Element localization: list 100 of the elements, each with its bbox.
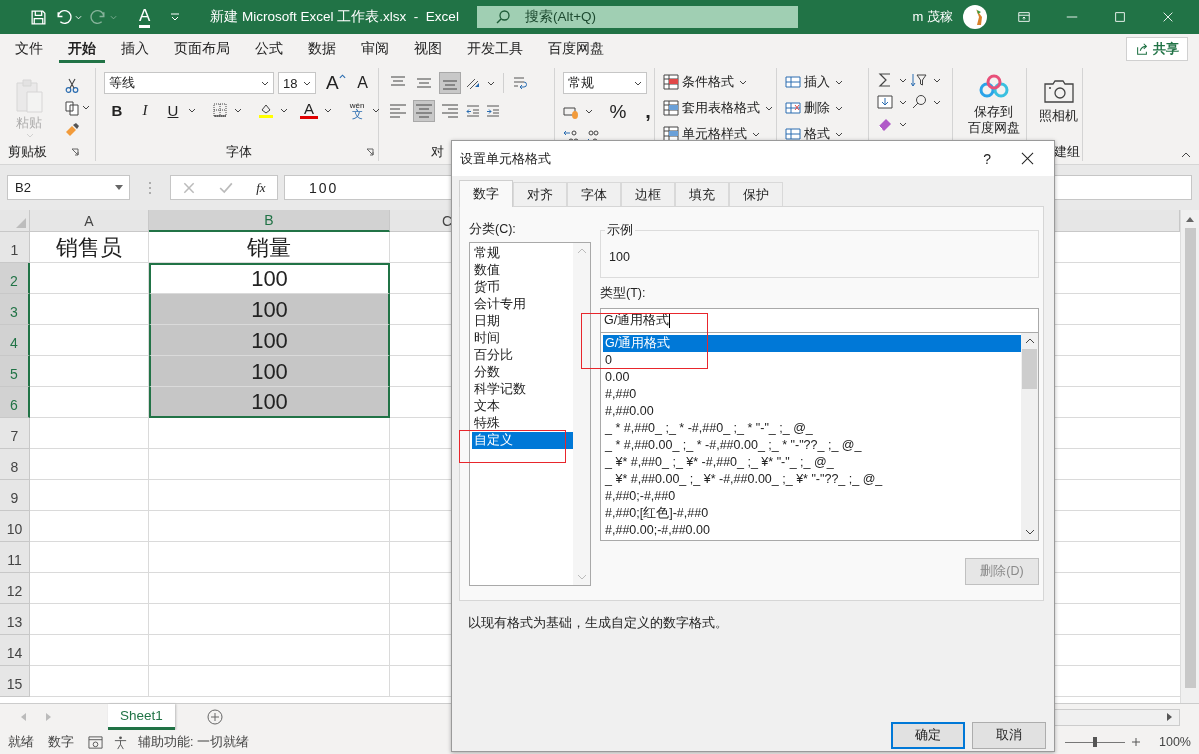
menu-tab[interactable]: 数据 [299, 35, 345, 63]
save-icon[interactable] [30, 8, 47, 26]
row-header[interactable]: 4 [0, 325, 30, 356]
row-header[interactable]: 2 [0, 263, 30, 294]
table-cell[interactable] [30, 542, 149, 573]
scroll-down-icon[interactable] [1024, 529, 1035, 535]
font-color-button[interactable]: A [300, 101, 318, 119]
category-item[interactable]: 自定义 [472, 432, 573, 449]
accessibility-icon[interactable] [113, 734, 128, 750]
caret-icon[interactable] [899, 99, 907, 105]
format-item[interactable]: #,##0;-#,##0 [603, 488, 1021, 505]
format-item[interactable]: #,##0;[红色]-#,##0 [603, 505, 1021, 522]
menu-tab[interactable]: 文件 [6, 35, 52, 63]
indent-icon[interactable] [485, 103, 501, 119]
vertical-scrollbar[interactable] [1180, 210, 1199, 703]
category-item[interactable]: 特殊 [472, 415, 573, 432]
scroll-up-icon[interactable] [1024, 338, 1035, 344]
category-item[interactable]: 数值 [472, 262, 573, 279]
table-cell[interactable] [149, 666, 390, 697]
indent-icon[interactable] [465, 103, 481, 119]
cells-button[interactable]: 删除 [785, 98, 868, 118]
table-cell[interactable] [30, 418, 149, 449]
table-cell[interactable] [149, 511, 390, 542]
format-item[interactable]: G/通用格式 [603, 335, 1021, 352]
table-cell[interactable]: 销售员 [30, 232, 149, 263]
font-color-button[interactable]: A [139, 6, 151, 28]
table-cell[interactable]: 100 [149, 294, 390, 325]
add-sheet-icon[interactable] [206, 709, 223, 725]
table-cell[interactable] [30, 666, 149, 697]
table-cell[interactable] [30, 480, 149, 511]
format-item[interactable]: _ ¥* #,##0_ ;_ ¥* -#,##0_ ;_ ¥* "-"_ ;_ @_ [603, 454, 1021, 471]
format-item[interactable]: #,##0.00 [603, 403, 1021, 420]
table-cell[interactable]: 100 [149, 387, 390, 418]
row-header[interactable]: 3 [0, 294, 30, 325]
cancel-button[interactable]: 取消 [972, 722, 1046, 749]
category-item[interactable]: 时间 [472, 330, 573, 347]
save-to-baidu-button[interactable]: 保存到 百度网盘 [961, 68, 1026, 136]
format-item[interactable]: 0.00 [603, 369, 1021, 386]
insert-function-button[interactable]: fx [256, 179, 266, 196]
border-icon[interactable] [212, 102, 228, 118]
accessibility-status[interactable]: 辅助功能: 一切就绪 [138, 733, 249, 751]
caret-icon[interactable] [933, 99, 941, 105]
dialog-launcher-icon[interactable] [366, 148, 374, 156]
search-field[interactable]: 搜索(Alt+Q) [476, 6, 798, 28]
row-header[interactable]: 9 [0, 480, 30, 511]
table-cell[interactable] [149, 418, 390, 449]
caret-icon[interactable] [82, 105, 90, 110]
cells-button[interactable]: 格式 [785, 124, 868, 144]
format-item[interactable]: #,##0 [603, 386, 1021, 403]
zoom-level[interactable]: 100% [1159, 735, 1191, 749]
dialog-launcher-icon[interactable] [71, 148, 79, 156]
menu-tab[interactable]: 公式 [246, 35, 292, 63]
table-cell[interactable] [149, 604, 390, 635]
zoom-slider[interactable] [1065, 737, 1125, 747]
table-cell[interactable] [30, 635, 149, 666]
caret-icon[interactable] [188, 107, 196, 113]
dialog-tab[interactable]: 数字 [459, 180, 513, 207]
dialog-tab[interactable]: 填充 [675, 182, 729, 206]
caret-icon[interactable] [933, 77, 941, 83]
table-cell[interactable]: 100 [149, 356, 390, 387]
category-item[interactable]: 科学记数 [472, 381, 573, 398]
wrap-text-icon[interactable] [512, 75, 528, 91]
sort-filter-icon[interactable] [911, 72, 927, 88]
table-cell[interactable] [149, 542, 390, 573]
check-icon[interactable] [219, 180, 234, 195]
grow-font-button[interactable]: A [326, 72, 346, 94]
maximize-icon[interactable] [1113, 10, 1127, 24]
category-item[interactable]: 百分比 [472, 347, 573, 364]
copy-icon[interactable] [64, 99, 80, 116]
number-format-dropdown[interactable]: 常规 [563, 72, 647, 94]
previous-sheet-icon[interactable] [20, 713, 26, 721]
share-button[interactable]: 共享 [1126, 37, 1188, 61]
fill-down-icon[interactable] [877, 94, 893, 110]
row-header[interactable]: 11 [0, 542, 30, 573]
menu-tab[interactable]: 开发工具 [458, 35, 532, 63]
phonetic-button[interactable]: wén 文 [348, 101, 366, 119]
table-cell[interactable] [30, 263, 149, 294]
menu-tab[interactable]: 百度网盘 [539, 35, 613, 63]
menu-tab[interactable]: 页面布局 [165, 35, 239, 63]
dialog-tab[interactable]: 边框 [621, 182, 675, 206]
search-icon[interactable] [911, 94, 927, 110]
table-cell[interactable] [30, 511, 149, 542]
column-header[interactable]: B [149, 210, 390, 232]
row-header[interactable]: 1 [0, 232, 30, 263]
caret-icon[interactable] [487, 80, 495, 86]
table-cell[interactable] [149, 449, 390, 480]
scissors-icon[interactable] [64, 77, 80, 94]
format-item[interactable]: 0 [603, 352, 1021, 369]
scroll-up-icon[interactable] [1186, 216, 1194, 222]
ok-button[interactable]: 确定 [891, 722, 965, 749]
sum-icon[interactable] [877, 72, 893, 88]
category-item[interactable]: 会计专用 [472, 296, 573, 313]
italic-button[interactable]: I [136, 101, 154, 119]
menu-tab[interactable]: 插入 [112, 35, 158, 63]
format-item[interactable]: _ * #,##0_ ;_ * -#,##0_ ;_ * "-"_ ;_ @_ [603, 420, 1021, 437]
user-name[interactable]: m 茂稼 [912, 8, 953, 26]
format-painter-icon[interactable] [64, 121, 80, 138]
column-header[interactable]: A [30, 210, 149, 232]
format-item[interactable]: _ * #,##0.00_ ;_ * -#,##0.00_ ;_ * "-"??_ ;_ @_ [603, 437, 1021, 454]
font-name-dropdown[interactable]: 等线 [104, 72, 274, 94]
